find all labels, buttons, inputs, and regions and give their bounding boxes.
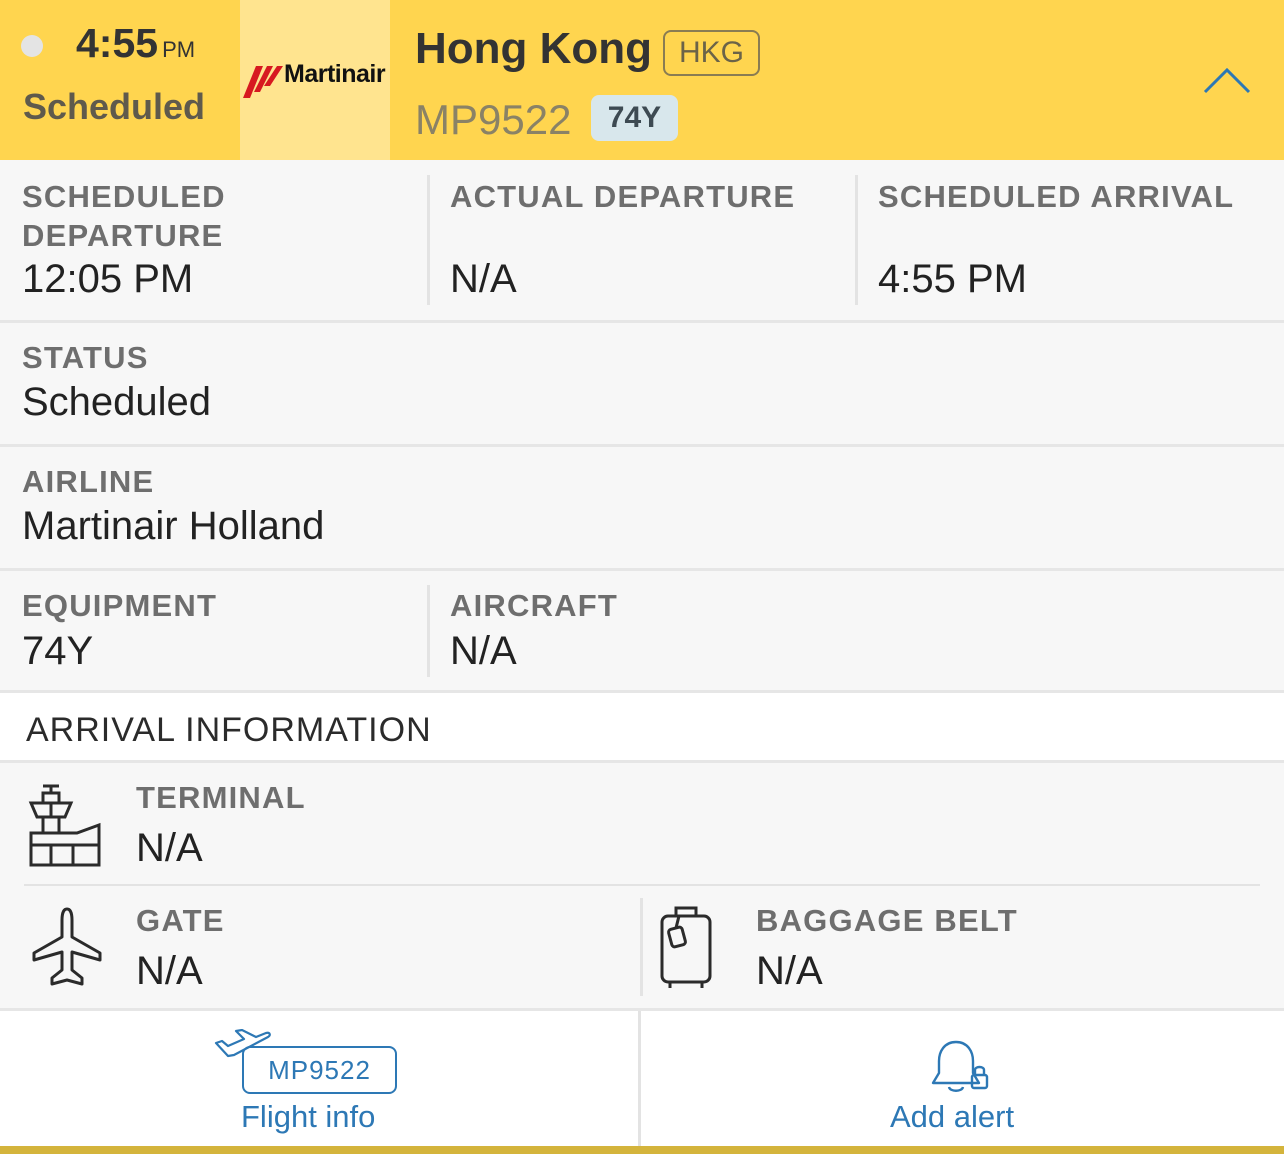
bell-lock-icon xyxy=(931,1040,989,1092)
luggage-icon xyxy=(660,906,712,988)
control-tower-icon xyxy=(28,784,101,867)
divider xyxy=(427,585,430,677)
flight-info-tab[interactable]: MP9522 Flight info xyxy=(0,1011,638,1149)
scheduled-arrival-cell: SCHEDULED ARRIVAL 4:55 PM xyxy=(878,160,1278,320)
scheduled-departure-value: 12:05 PM xyxy=(22,257,194,301)
status-dot-icon xyxy=(21,35,43,57)
times-row: SCHEDULED DEPARTURE 12:05 PM ACTUAL DEPA… xyxy=(0,160,1284,323)
airline-row: AIRLINE Martinair Holland xyxy=(0,447,1284,571)
scheduled-departure-label: SCHEDULED DEPARTURE xyxy=(22,179,226,253)
airline-label: AIRLINE xyxy=(22,464,155,499)
divider xyxy=(855,175,858,305)
footer-strip xyxy=(0,1146,1284,1154)
actual-departure-label: ACTUAL DEPARTURE xyxy=(450,179,796,214)
scheduled-arrival-value: 4:55 PM xyxy=(878,257,1027,301)
flight-number-badge: MP9522 xyxy=(242,1046,397,1094)
status-row: STATUS Scheduled xyxy=(0,323,1284,447)
bottom-tab-bar: MP9522 Flight info Add alert xyxy=(0,1008,1284,1149)
flight-number: MP9522 xyxy=(415,96,572,143)
airplane-icon xyxy=(32,907,102,986)
aircraft-label: AIRCRAFT xyxy=(450,588,619,623)
destination-code-badge: HKG xyxy=(663,30,760,76)
divider xyxy=(640,898,643,996)
actual-departure-cell: ACTUAL DEPARTURE N/A xyxy=(450,160,850,320)
arrival-information-title: ARRIVAL INFORMATION xyxy=(26,711,432,749)
destination-city: Hong Kong xyxy=(415,24,653,73)
equipment-label: EQUIPMENT xyxy=(22,588,218,623)
baggage-belt-value: N/A xyxy=(756,949,823,993)
divider xyxy=(427,175,430,305)
terminal-value: N/A xyxy=(136,826,203,870)
flight-header[interactable]: 4:55 PM Scheduled Martinair Hong Kong HKG… xyxy=(0,0,1284,160)
status-label: STATUS xyxy=(22,340,149,375)
gate-label: GATE xyxy=(136,903,225,938)
scheduled-departure-cell: SCHEDULED DEPARTURE 12:05 PM xyxy=(22,160,422,320)
chevron-up-icon[interactable] xyxy=(1203,66,1251,94)
time-block: 4:55 PM Scheduled xyxy=(0,0,240,160)
gate-baggage-row: GATE N/A BAGGAGE BELT N/A xyxy=(0,886,1284,1008)
aircraft-value: N/A xyxy=(450,629,517,673)
actual-departure-value: N/A xyxy=(450,257,517,301)
airline-value: Martinair Holland xyxy=(22,504,325,548)
martinair-logo-icon xyxy=(243,66,283,98)
equipment-value: 74Y xyxy=(22,629,94,673)
flight-info-label: Flight info xyxy=(241,1099,376,1134)
equipment-row: EQUIPMENT 74Y AIRCRAFT N/A xyxy=(0,571,1284,693)
arrival-information-header: ARRIVAL INFORMATION xyxy=(0,693,1284,763)
header-status: Scheduled xyxy=(23,86,206,127)
arrival-time: 4:55 PM xyxy=(76,20,196,66)
status-value: Scheduled xyxy=(22,380,212,424)
terminal-row: TERMINAL N/A xyxy=(0,763,1284,886)
baggage-belt-label: BAGGAGE BELT xyxy=(756,903,1018,938)
add-alert-label: Add alert xyxy=(890,1099,1015,1134)
equipment-badge: 74Y xyxy=(591,95,678,141)
airline-logo-text: Martinair xyxy=(284,60,386,88)
gate-value: N/A xyxy=(136,949,203,993)
scheduled-arrival-label: SCHEDULED ARRIVAL xyxy=(878,179,1235,214)
add-alert-tab[interactable]: Add alert xyxy=(641,1011,1284,1149)
terminal-label: TERMINAL xyxy=(136,780,306,815)
